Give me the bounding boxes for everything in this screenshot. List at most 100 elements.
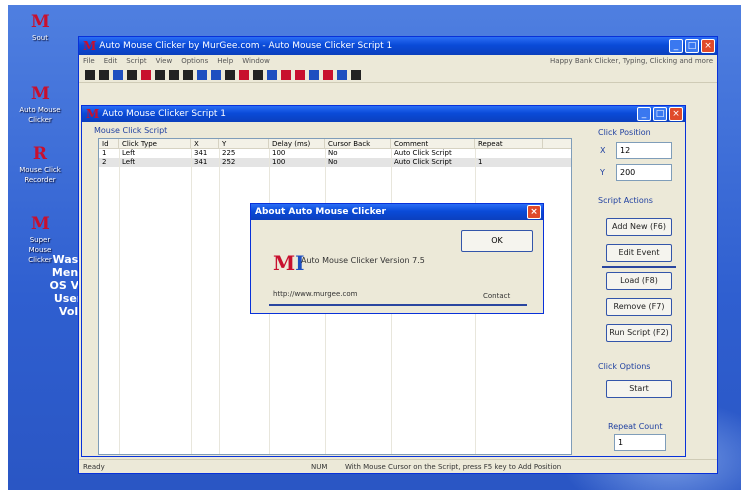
move-down-icon[interactable] <box>211 69 221 80</box>
cell: 1 <box>478 158 483 166</box>
script-maximize-button[interactable]: □ <box>653 107 667 121</box>
print-icon[interactable] <box>127 69 137 80</box>
move-up-icon[interactable] <box>197 69 207 80</box>
x-field[interactable]: 12 <box>616 142 672 159</box>
cell: 2 <box>102 158 107 166</box>
save-icon[interactable] <box>113 69 123 80</box>
play-icon[interactable] <box>267 69 277 80</box>
version-text: Auto Mouse Clicker Version 7.5 <box>301 256 425 265</box>
column-divider <box>219 149 220 454</box>
murgee-logo-icon: MI <box>273 251 305 275</box>
script-group-label: Mouse Click Script <box>94 126 168 135</box>
y-label: Y <box>600 168 605 177</box>
contact-link[interactable]: Contact <box>483 292 510 300</box>
dialog-titlebar[interactable]: About Auto Mouse Clicker × <box>251 204 543 220</box>
cell: 100 <box>272 149 286 157</box>
script-close-button[interactable]: × <box>669 107 683 121</box>
keyboard-icon[interactable] <box>309 69 319 80</box>
script-minimize-button[interactable]: _ <box>637 107 651 121</box>
load-button[interactable]: Load (F8) <box>606 272 672 290</box>
find-icon[interactable] <box>253 69 263 80</box>
col-id[interactable]: Id <box>99 139 119 148</box>
select-icon[interactable] <box>225 69 235 80</box>
record-icon[interactable] <box>141 69 151 80</box>
cell <box>475 149 543 158</box>
col-y[interactable]: Y <box>219 139 269 148</box>
add-new-button[interactable]: Add New (F6) <box>606 218 672 236</box>
menu-window[interactable]: Window <box>242 57 270 65</box>
col-cursor-back[interactable]: Cursor Back <box>325 139 391 148</box>
app-logo-icon: M <box>86 107 100 121</box>
website-link[interactable]: http://www.murgee.com <box>273 290 357 298</box>
settings-icon[interactable] <box>323 69 333 80</box>
main-titlebar[interactable]: M Auto Mouse Clicker by MurGee.com - Aut… <box>79 37 717 55</box>
copy-icon[interactable] <box>155 69 165 80</box>
mouse-icon[interactable] <box>295 69 305 80</box>
menu-script[interactable]: Script <box>126 57 146 65</box>
dialog-close-button[interactable]: × <box>527 205 541 219</box>
status-hint: With Mouse Cursor on the Script, press F… <box>345 462 562 471</box>
maximize-button[interactable]: □ <box>685 39 699 53</box>
status-bar: Ready NUM With Mouse Cursor on the Scrip… <box>79 459 717 473</box>
menu-view[interactable]: View <box>156 57 173 65</box>
column-divider <box>119 149 120 454</box>
dialog-rule <box>269 304 527 306</box>
run-script-button[interactable]: Run Script (F2) <box>606 324 672 342</box>
open-icon[interactable] <box>99 69 109 80</box>
menu-file[interactable]: File <box>83 57 95 65</box>
table-row[interactable]: 1 Left 341 225 100 No Auto Click Script <box>99 149 571 158</box>
desktop-icon-label: Sout <box>32 34 48 42</box>
col-delay[interactable]: Delay (ms) <box>269 139 325 148</box>
script-window-title: Auto Mouse Clicker Script 1 <box>102 109 227 119</box>
col-repeat[interactable]: Repeat <box>475 139 543 148</box>
status-num: NUM <box>311 462 328 471</box>
cell: Left <box>122 158 136 166</box>
table-row[interactable]: 2 Left 341 252 100 No Auto Click Script … <box>99 158 571 167</box>
remove-icon[interactable] <box>239 69 249 80</box>
y-field[interactable]: 200 <box>616 164 672 181</box>
menu-help[interactable]: Help <box>217 57 233 65</box>
cell: 341 <box>194 158 208 166</box>
logo-letter-a: M <box>273 251 296 275</box>
col-comment[interactable]: Comment <box>391 139 475 148</box>
cell: 225 <box>222 149 236 157</box>
column-divider <box>191 149 192 454</box>
minimize-button[interactable]: _ <box>669 39 683 53</box>
stop-icon[interactable] <box>281 69 291 80</box>
col-click-type[interactable]: Click Type <box>119 139 191 148</box>
click-options-label: Click Options <box>598 362 651 371</box>
app-r-icon: R <box>32 144 48 164</box>
script-actions-label: Script Actions <box>598 196 653 205</box>
list-icon[interactable] <box>337 69 347 80</box>
remove-button[interactable]: Remove (F7) <box>606 298 672 316</box>
desktop-icon-label: Mouse Click Recorder <box>19 166 61 184</box>
cut-icon[interactable] <box>183 69 193 80</box>
script-titlebar[interactable]: M Auto Mouse Clicker Script 1 _ □ × <box>82 106 685 122</box>
desktop-icon-label: Auto Mouse Clicker <box>19 106 61 124</box>
edit-event-button[interactable]: Edit Event <box>606 244 672 262</box>
col-x[interactable]: X <box>191 139 219 148</box>
cell: Auto Click Script <box>394 149 452 157</box>
start-button[interactable]: Start <box>606 380 672 398</box>
menu-options[interactable]: Options <box>181 57 208 65</box>
help-icon[interactable] <box>351 69 361 80</box>
main-window-title: Auto Mouse Clicker by MurGee.com - Auto … <box>99 41 393 51</box>
toolbar <box>79 67 717 83</box>
click-position-label: Click Position <box>598 128 651 137</box>
cell: 341 <box>194 149 208 157</box>
menu-edit[interactable]: Edit <box>104 57 118 65</box>
ok-button[interactable]: OK <box>461 230 533 252</box>
desktop-icon-sout[interactable]: M Sout <box>18 13 62 43</box>
desktop-icon-auto-mouse-clicker[interactable]: M Auto Mouse Clicker <box>18 85 62 125</box>
app-m-icon: M <box>31 84 50 104</box>
repeat-count-field[interactable]: 1 <box>614 434 666 451</box>
close-button[interactable]: × <box>701 39 715 53</box>
about-dialog: About Auto Mouse Clicker × MI Auto Mouse… <box>250 203 544 314</box>
app-m-icon: M <box>31 214 50 234</box>
paste-icon[interactable] <box>169 69 179 80</box>
repeat-count-label: Repeat Count <box>608 422 663 431</box>
new-icon[interactable] <box>85 69 95 80</box>
desktop-icon-recorder[interactable]: R Mouse Click Recorder <box>18 145 62 185</box>
dialog-title: About Auto Mouse Clicker <box>255 207 386 217</box>
menu-bar: File Edit Script View Options Help Windo… <box>79 55 717 67</box>
